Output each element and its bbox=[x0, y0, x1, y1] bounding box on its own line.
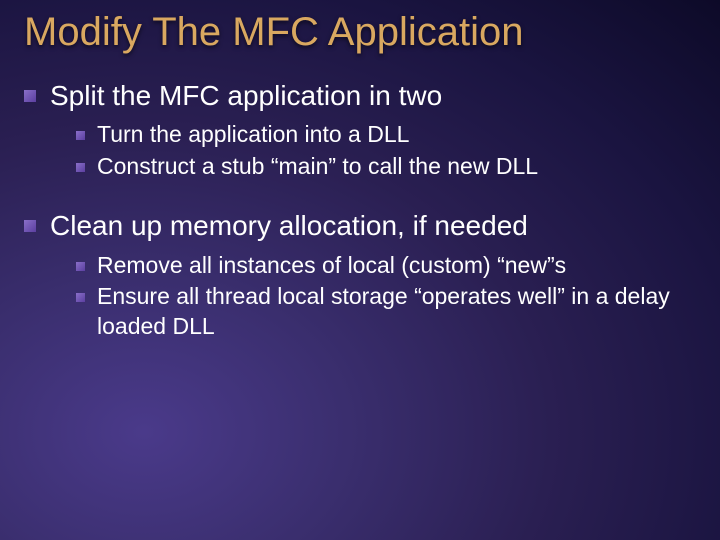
slide: Modify The MFC Application Split the MFC… bbox=[0, 0, 720, 540]
list-item: Clean up memory allocation, if needed bbox=[24, 208, 696, 244]
bullet-icon bbox=[76, 262, 85, 271]
list-item: Construct a stub “main” to call the new … bbox=[76, 152, 696, 182]
list-item-text: Turn the application into a DLL bbox=[97, 120, 409, 150]
list-item: Ensure all thread local storage “operate… bbox=[76, 282, 696, 342]
bullet-icon bbox=[24, 90, 36, 102]
list-item-text: Remove all instances of local (custom) “… bbox=[97, 251, 566, 281]
slide-title: Modify The MFC Application bbox=[24, 10, 696, 54]
bullet-icon bbox=[24, 220, 36, 232]
list-item-text: Construct a stub “main” to call the new … bbox=[97, 152, 538, 182]
list-item: Remove all instances of local (custom) “… bbox=[76, 251, 696, 281]
list-item-text: Ensure all thread local storage “operate… bbox=[97, 282, 696, 342]
bullet-icon bbox=[76, 163, 85, 172]
sub-list: Turn the application into a DLL Construc… bbox=[76, 120, 696, 182]
list-item: Split the MFC application in two bbox=[24, 78, 696, 114]
list-item-text: Clean up memory allocation, if needed bbox=[50, 208, 528, 244]
list-item-text: Split the MFC application in two bbox=[50, 78, 442, 114]
sub-list: Remove all instances of local (custom) “… bbox=[76, 251, 696, 343]
bullet-icon bbox=[76, 131, 85, 140]
list-item: Turn the application into a DLL bbox=[76, 120, 696, 150]
bullet-icon bbox=[76, 293, 85, 302]
